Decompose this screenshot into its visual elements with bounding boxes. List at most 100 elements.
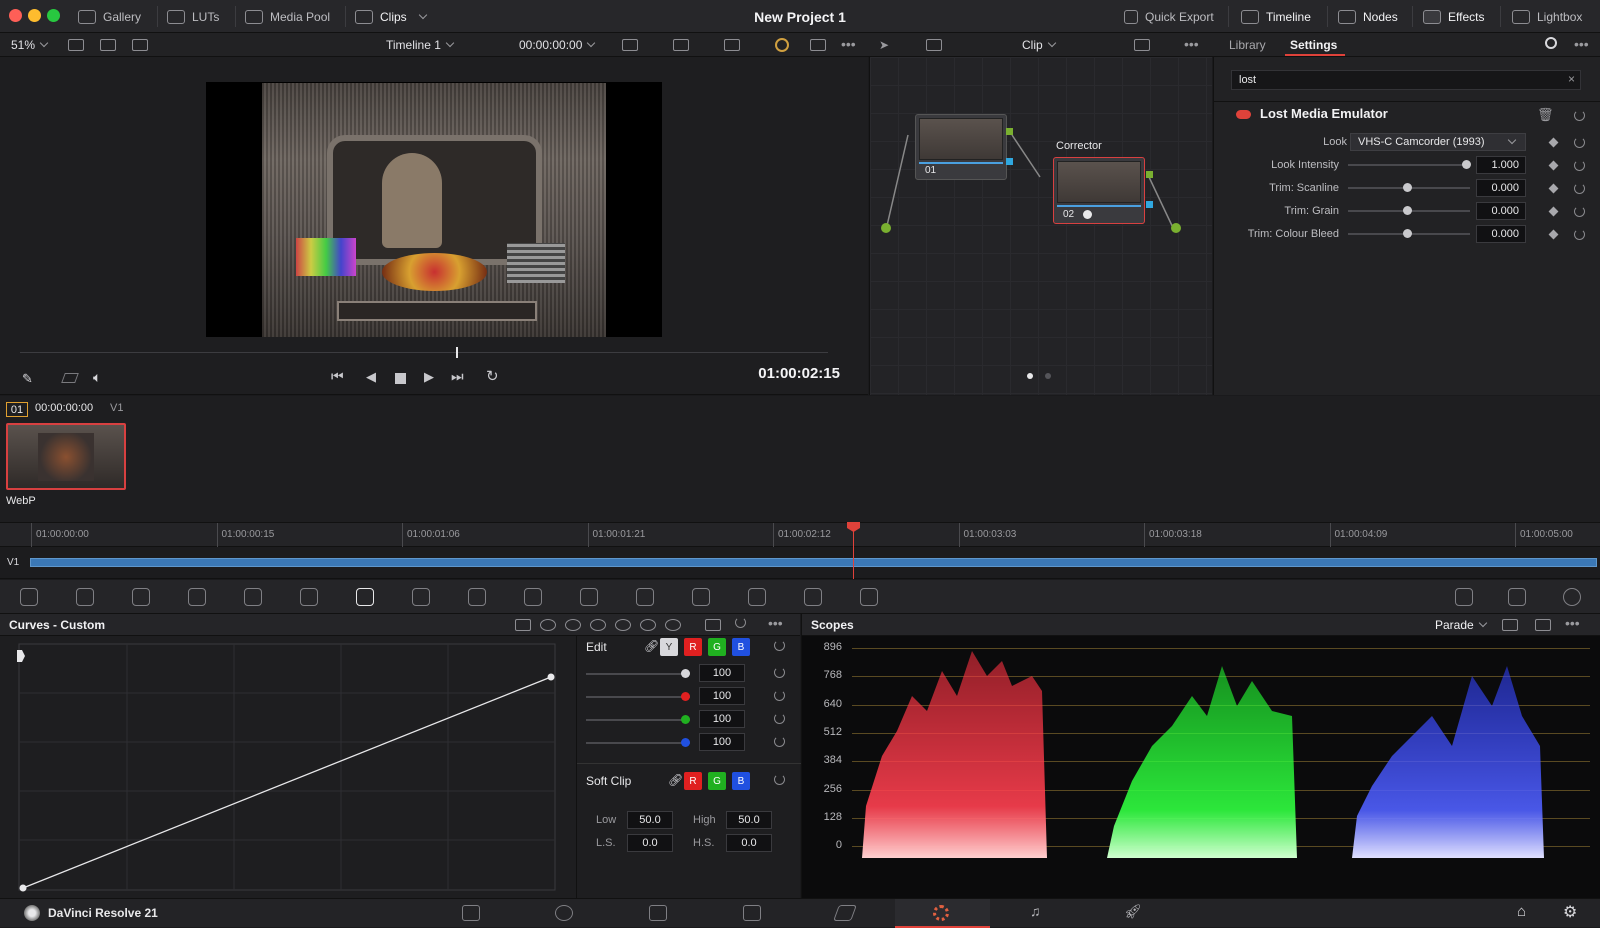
fairlight-page-icon[interactable]: ♫ — [1030, 903, 1041, 919]
link-icon[interactable]: 🔗︎ — [644, 639, 659, 653]
gain-slider[interactable] — [586, 696, 690, 698]
viewer-mode-icon[interactable] — [622, 39, 638, 51]
curve-graph[interactable] — [17, 642, 557, 892]
low-value-field[interactable]: 50.0 — [627, 811, 673, 829]
expand-scopes-icon[interactable] — [1535, 619, 1551, 631]
single-viewer-icon[interactable] — [68, 39, 84, 51]
slider-knob[interactable] — [1403, 229, 1412, 238]
hue-vs-lum-icon[interactable] — [590, 619, 606, 631]
gain-slider-knob[interactable] — [681, 669, 690, 678]
keyframe-icon[interactable] — [1548, 160, 1559, 170]
node-01[interactable]: 01 — [915, 114, 1007, 180]
loop-icon[interactable]: ↻ — [486, 367, 499, 385]
reset-gain-icon[interactable] — [774, 667, 785, 678]
gain-slider-knob[interactable] — [681, 738, 690, 747]
reset-param-icon[interactable] — [1574, 205, 1585, 217]
gallery-grid-icon[interactable] — [100, 39, 116, 51]
reset-edit-icon[interactable] — [774, 640, 785, 651]
reset-softclip-icon[interactable] — [774, 774, 785, 785]
channel-y-button[interactable]: Y — [660, 638, 678, 656]
clips-button[interactable]: Clips — [355, 0, 427, 33]
hue-vs-hue-icon[interactable] — [540, 619, 556, 631]
page-dot-active[interactable] — [1027, 373, 1033, 379]
link-icon[interactable]: 🔗︎ — [668, 773, 683, 787]
node-graph[interactable]: 01 Corrector 02 — [869, 57, 1212, 395]
color-match-icon[interactable] — [76, 588, 94, 606]
skip-end-icon[interactable]: ⏭︎ — [451, 368, 464, 385]
blur-icon[interactable] — [692, 588, 710, 606]
timeline-select[interactable]: Timeline 1 — [386, 33, 455, 57]
search-icon[interactable] — [1545, 37, 1557, 49]
tracker-icon[interactable] — [580, 588, 598, 606]
deliver-page-icon[interactable]: 🚀︎ — [1124, 903, 1142, 920]
zoom-select[interactable]: 51% — [11, 33, 49, 57]
effect-enable-toggle[interactable] — [1236, 110, 1251, 119]
more-options-icon[interactable]: ••• — [1574, 36, 1589, 52]
rgb-mixer-icon[interactable] — [244, 588, 262, 606]
gain-slider[interactable] — [586, 673, 690, 675]
minimize-window-button[interactable] — [28, 9, 41, 22]
scope-mode-select[interactable]: Parade — [1435, 618, 1487, 632]
effects-search-input[interactable]: lost — [1231, 70, 1581, 90]
ls-value-field[interactable]: 0.0 — [627, 834, 673, 852]
reset-effect-icon[interactable] — [1574, 110, 1585, 121]
play-icon[interactable]: ▶ — [424, 369, 434, 385]
output-icon[interactable] — [1171, 223, 1181, 233]
more-options-icon[interactable]: ••• — [768, 615, 783, 631]
node-layer-icon[interactable] — [926, 39, 942, 51]
gain-slider-knob[interactable] — [681, 715, 690, 724]
fusion-page-icon[interactable] — [833, 905, 857, 921]
scrub-track[interactable] — [20, 352, 828, 353]
gear-icon[interactable]: ⚙︎ — [1563, 902, 1577, 922]
play-reverse-icon[interactable]: ◀ — [366, 369, 376, 385]
reset-param-icon[interactable] — [1574, 136, 1585, 148]
look-select[interactable]: VHS-C Camcorder (1993) — [1350, 133, 1526, 151]
media-pool-button[interactable]: Media Pool — [245, 0, 330, 33]
keyframe-icon[interactable] — [1548, 206, 1559, 216]
picker-icon[interactable]: ✎ — [22, 371, 33, 387]
timeline-clip-bar[interactable] — [30, 558, 1597, 567]
hs-value-field[interactable]: 0.0 — [726, 834, 772, 852]
luts-button[interactable]: LUTs — [167, 0, 219, 33]
nodes-button[interactable]: Nodes — [1338, 0, 1398, 33]
reset-gain-icon[interactable] — [774, 690, 785, 701]
param-value-field[interactable]: 0.000 — [1476, 179, 1526, 197]
close-window-button[interactable] — [9, 9, 22, 22]
zoom-window-button[interactable] — [47, 9, 60, 22]
sizing-icon[interactable] — [804, 588, 822, 606]
gain-value-field[interactable]: 100 — [699, 664, 745, 682]
motion-effects-icon[interactable] — [300, 588, 318, 606]
skip-start-icon[interactable]: ⏮︎ — [331, 368, 344, 385]
node-mode-select[interactable]: Clip — [1022, 33, 1056, 57]
primaries-icon[interactable] — [132, 588, 150, 606]
reset-param-icon[interactable] — [1574, 159, 1585, 171]
volume-icon[interactable]: 🔈︎ — [93, 369, 101, 386]
camera-raw-icon[interactable] — [20, 588, 38, 606]
keyframes-icon[interactable] — [1455, 588, 1473, 606]
magic-mask-icon[interactable] — [636, 588, 654, 606]
more-options-icon[interactable]: ••• — [1565, 615, 1580, 631]
highlight-icon[interactable] — [724, 39, 740, 51]
gain-slider[interactable] — [586, 742, 690, 744]
color-wheel-icon[interactable] — [775, 38, 789, 52]
scopes-icon[interactable] — [1508, 588, 1526, 606]
info-icon[interactable] — [1563, 588, 1581, 606]
param-value-field[interactable]: 0.000 — [1476, 225, 1526, 243]
pointer-tool-icon[interactable]: ➤ — [879, 38, 889, 52]
slider-knob[interactable] — [1403, 206, 1412, 215]
channel-g-button[interactable]: G — [708, 638, 726, 656]
slider-knob[interactable] — [1403, 183, 1412, 192]
gain-value-field[interactable]: 100 — [699, 687, 745, 705]
gallery-button[interactable]: Gallery — [78, 0, 141, 33]
3d-icon[interactable] — [860, 588, 878, 606]
stop-icon[interactable] — [395, 373, 406, 384]
reset-param-icon[interactable] — [1574, 228, 1585, 240]
source-input-icon[interactable] — [881, 223, 891, 233]
hdr-icon[interactable] — [188, 588, 206, 606]
keyframe-icon[interactable] — [1548, 183, 1559, 193]
gain-slider-knob[interactable] — [681, 692, 690, 701]
channel-r-button[interactable]: R — [684, 638, 702, 656]
keyframe-icon[interactable] — [1548, 229, 1559, 239]
param-slider[interactable] — [1348, 183, 1470, 192]
high-value-field[interactable]: 50.0 — [726, 811, 772, 829]
